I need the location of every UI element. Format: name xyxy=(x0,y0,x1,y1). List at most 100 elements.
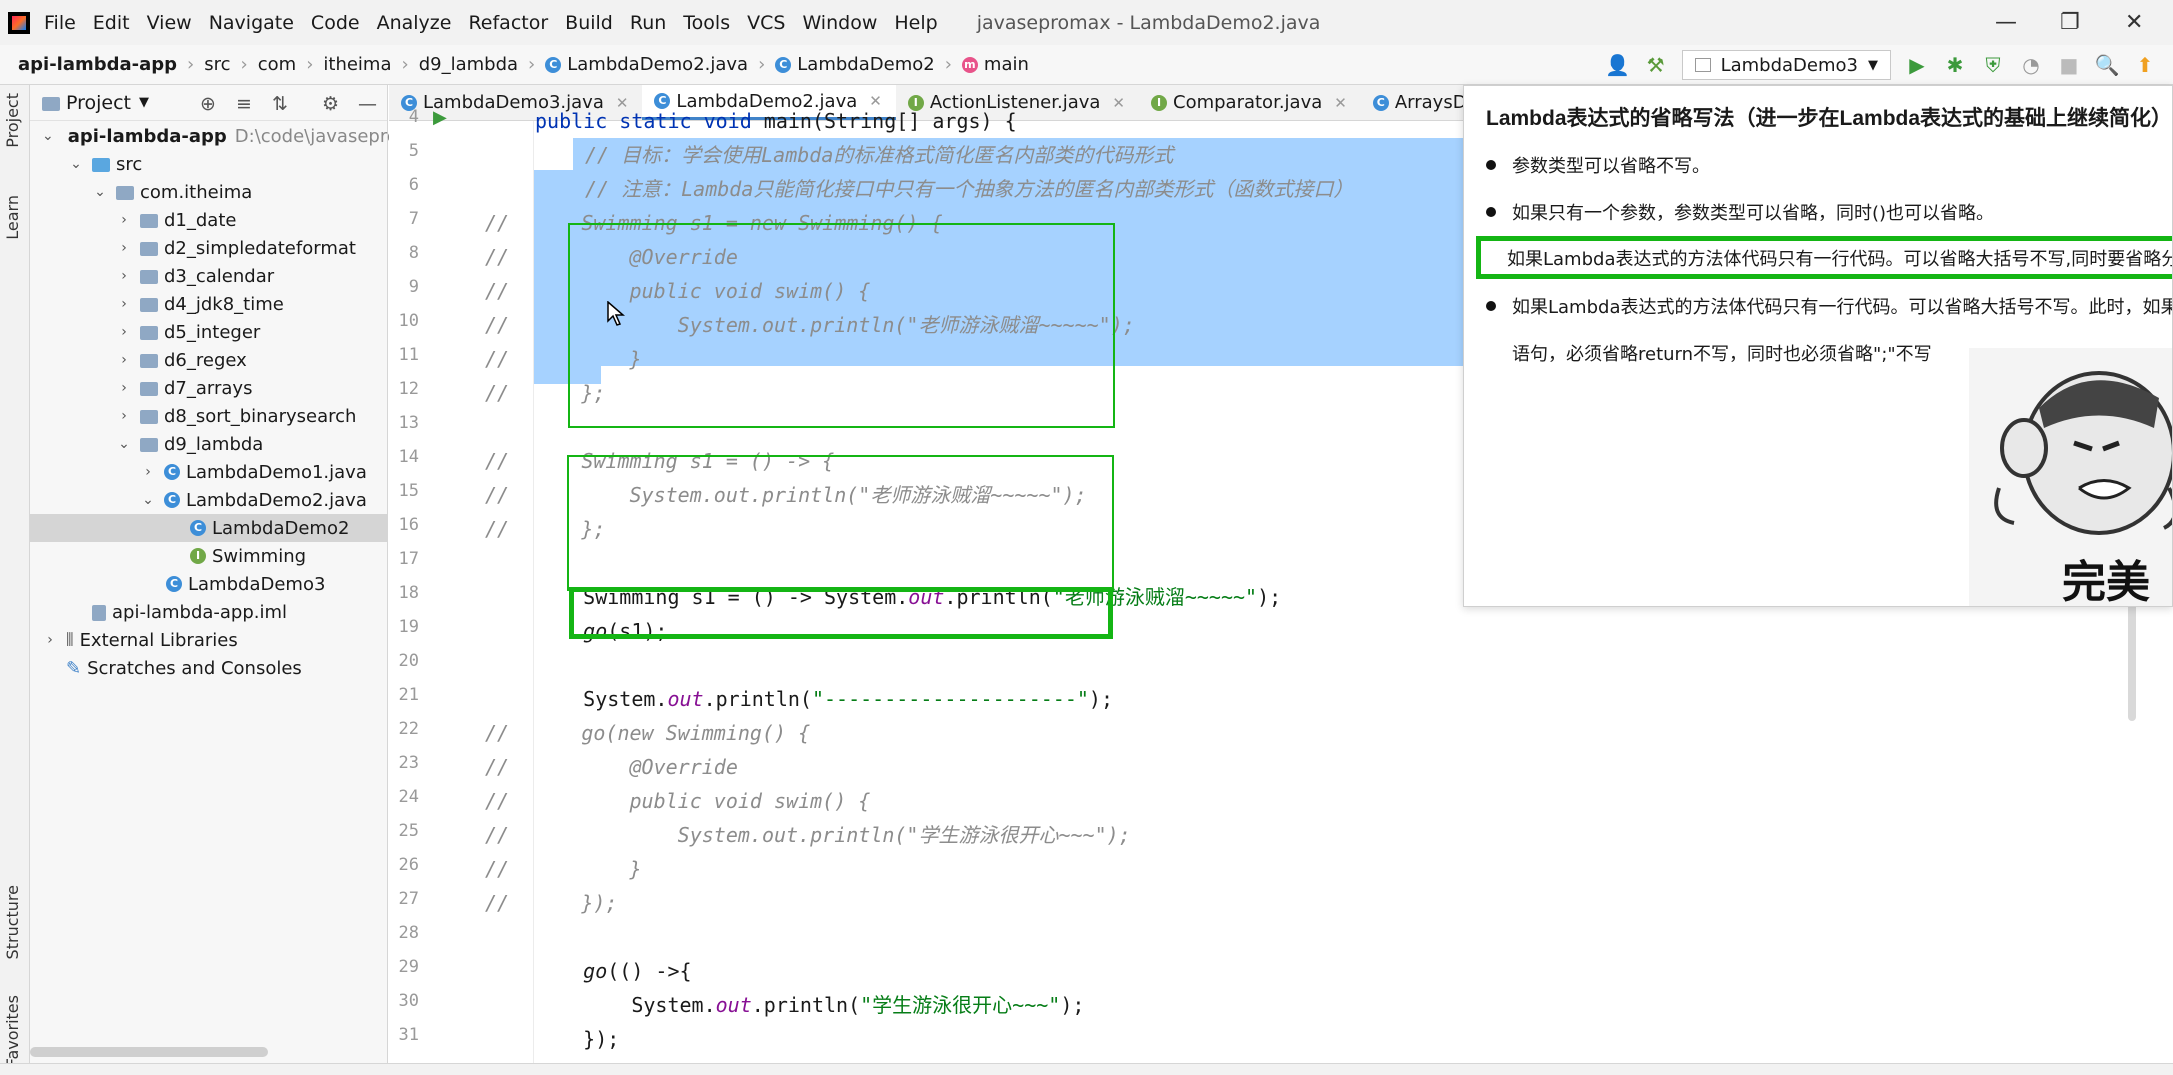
menu-help[interactable]: Help xyxy=(894,12,937,34)
code-line-21: System.out.println("--------------------… xyxy=(535,682,1113,716)
tree-item-d8[interactable]: › d8_sort_binarysearch xyxy=(30,402,388,430)
breadcrumb-src[interactable]: src xyxy=(204,54,230,75)
chevron-right-icon[interactable]: › xyxy=(42,632,58,648)
expand-all-icon[interactable]: ≡ xyxy=(236,93,252,115)
interface-icon: I xyxy=(1151,94,1167,111)
update-icon[interactable]: ⬆ xyxy=(2133,53,2157,77)
user-icon[interactable]: 👤 xyxy=(1605,53,1630,77)
chevron-down-icon[interactable]: ⌄ xyxy=(68,156,84,172)
close-tab-icon[interactable]: ✕ xyxy=(1334,94,1347,112)
line-number: 17 xyxy=(398,549,419,569)
locate-icon[interactable]: ⊕ xyxy=(200,93,216,115)
debug-icon[interactable]: ✱ xyxy=(1943,53,1967,77)
minimize-icon[interactable]: — xyxy=(1995,10,2017,35)
tree-item-scratches[interactable]: ✎ Scratches and Consoles xyxy=(30,654,388,682)
chevron-down-icon[interactable]: ▼ xyxy=(139,95,149,110)
line-number: 5 xyxy=(408,141,419,161)
menu-edit[interactable]: Edit xyxy=(93,12,130,34)
close-tab-icon[interactable]: ✕ xyxy=(1112,94,1125,112)
tree-item-d2[interactable]: › d2_simpledateformat xyxy=(30,234,388,262)
project-panel-title[interactable]: Project xyxy=(66,92,131,114)
chevron-right-icon[interactable]: › xyxy=(116,324,132,340)
search-icon[interactable]: 🔍 xyxy=(2095,53,2120,77)
build-hammer-icon[interactable]: ⚒ xyxy=(1644,53,1668,77)
hide-panel-icon[interactable]: — xyxy=(358,93,377,115)
package-icon xyxy=(140,354,158,368)
chevron-down-icon[interactable]: ⌄ xyxy=(116,436,132,452)
chevron-right-icon[interactable]: › xyxy=(116,212,132,228)
tree-item-lambdademo2-class[interactable]: C LambdaDemo2 xyxy=(30,514,388,542)
tree-label: Swimming xyxy=(212,545,307,567)
tree-item-src[interactable]: ⌄ src xyxy=(30,150,388,178)
profile-icon[interactable]: ◔ xyxy=(2019,53,2043,77)
run-gutter-icon[interactable]: ▶ xyxy=(433,107,447,128)
tree-item-d9[interactable]: ⌄ d9_lambda xyxy=(30,430,388,458)
favorites-tool-tab[interactable]: Favorites xyxy=(3,995,22,1067)
tree-item-d7[interactable]: › d7_arrays xyxy=(30,374,388,402)
chevron-right-icon[interactable]: › xyxy=(116,240,132,256)
breadcrumb-method[interactable]: m main xyxy=(961,54,1029,75)
tree-item-project-root[interactable]: ⌄ api-lambda-app D:\code\javasepro xyxy=(30,122,398,150)
breadcrumb-package[interactable]: d9_lambda xyxy=(419,54,518,75)
learn-tool-tab[interactable]: Learn xyxy=(3,195,22,240)
coverage-icon[interactable]: ⛨ xyxy=(1981,53,2005,77)
stop-icon[interactable]: ■ xyxy=(2057,53,2081,77)
chevron-down-icon[interactable]: ⌄ xyxy=(42,128,54,144)
menu-navigate[interactable]: Navigate xyxy=(209,12,294,34)
restore-icon[interactable]: ❐ xyxy=(2060,10,2080,35)
structure-tool-tab[interactable]: Structure xyxy=(3,885,22,959)
breadcrumb-class[interactable]: C LambdaDemo2 xyxy=(775,54,935,75)
horizontal-scrollbar[interactable] xyxy=(30,1047,268,1057)
close-icon[interactable]: ✕ xyxy=(2125,10,2143,35)
gear-icon[interactable]: ⚙ xyxy=(322,93,339,115)
tree-item-iml[interactable]: api-lambda-app.iml xyxy=(30,598,388,626)
menu-vcs[interactable]: VCS xyxy=(747,12,785,34)
package-icon xyxy=(140,298,158,312)
line-number: 11 xyxy=(398,345,419,365)
menu-view[interactable]: View xyxy=(147,12,192,34)
code-line-23: // @Override xyxy=(485,755,738,779)
chevron-right-icon[interactable]: › xyxy=(116,268,132,284)
menu-file[interactable]: File xyxy=(44,12,76,34)
menu-refactor[interactable]: Refactor xyxy=(468,12,548,34)
tree-item-package[interactable]: ⌄ com.itheima xyxy=(30,178,388,206)
chevron-down-icon[interactable]: ⌄ xyxy=(140,492,156,508)
tree-item-swimming[interactable]: I Swimming xyxy=(30,542,388,570)
collapse-all-icon[interactable]: ⇅ xyxy=(272,93,288,115)
menu-code[interactable]: Code xyxy=(311,12,360,34)
tree-item-lambdademo2-file[interactable]: ⌄ C LambdaDemo2.java xyxy=(30,486,388,514)
chevron-right-icon[interactable]: › xyxy=(116,408,132,424)
breadcrumb-itheima[interactable]: itheima xyxy=(323,54,391,75)
tree-item-lambdademo3[interactable]: C LambdaDemo3 xyxy=(30,570,388,598)
java-class-icon: C xyxy=(164,492,180,508)
meme-caption: 完美 xyxy=(2062,557,2150,607)
tree-item-d4[interactable]: › d4_jdk8_time xyxy=(30,290,388,318)
tab-label: ArraysDemo2.java xyxy=(1394,92,1464,113)
breadcrumb-com[interactable]: com xyxy=(258,54,296,75)
breadcrumb-file[interactable]: C LambdaDemo2.java xyxy=(545,54,748,75)
chevron-right-icon[interactable]: › xyxy=(116,352,132,368)
project-tool-tab[interactable]: Project xyxy=(3,93,22,148)
menu-analyze[interactable]: Analyze xyxy=(377,12,452,34)
tree-item-d1[interactable]: › d1_date xyxy=(30,206,388,234)
line-number: 18 xyxy=(398,583,419,603)
tree-item-d6[interactable]: › d6_regex xyxy=(30,346,388,374)
tree-label: Scratches and Consoles xyxy=(87,657,302,679)
chevron-right-icon[interactable]: › xyxy=(116,296,132,312)
tree-item-external-libraries[interactable]: › ⫴ External Libraries xyxy=(30,626,388,654)
run-icon[interactable]: ▶ xyxy=(1905,53,1929,77)
tab-comparator[interactable]: I Comparator.java ✕ xyxy=(1139,85,1361,120)
tree-item-lambdademo1[interactable]: › C LambdaDemo1.java xyxy=(30,458,388,486)
run-configuration-select[interactable]: LambdaDemo3 ▼ xyxy=(1681,50,1891,80)
menu-window[interactable]: Window xyxy=(802,12,877,34)
chevron-down-icon[interactable]: ⌄ xyxy=(92,184,108,200)
tree-item-d3[interactable]: › d3_calendar xyxy=(30,262,388,290)
menu-run[interactable]: Run xyxy=(630,12,666,34)
chevron-right-icon[interactable]: › xyxy=(140,464,156,480)
menu-build[interactable]: Build xyxy=(565,12,613,34)
tab-arraysdemo2[interactable]: C ArraysDemo2.java xyxy=(1361,85,1464,120)
chevron-right-icon[interactable]: › xyxy=(116,380,132,396)
breadcrumb-project[interactable]: api-lambda-app xyxy=(18,54,177,75)
tree-item-d5[interactable]: › d5_integer xyxy=(30,318,388,346)
menu-tools[interactable]: Tools xyxy=(683,12,730,34)
